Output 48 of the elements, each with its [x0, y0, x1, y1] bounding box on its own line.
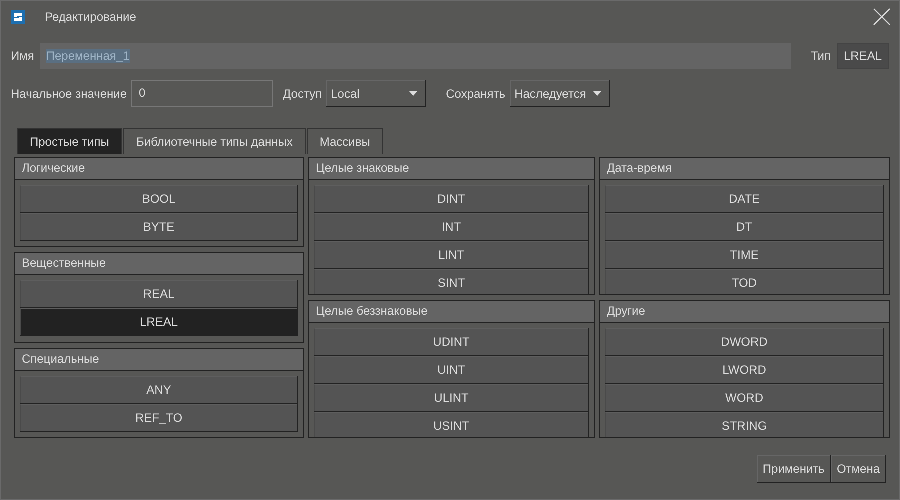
group-header: Логические	[15, 158, 303, 180]
window-title: Редактирование	[45, 10, 136, 24]
type-button[interactable]: REF_TO	[20, 404, 298, 432]
caret-icon	[409, 91, 418, 96]
tab[interactable]: Простые типы	[17, 128, 122, 154]
type-button[interactable]: DATE	[605, 185, 884, 213]
type-button[interactable]: ULINT	[314, 384, 589, 412]
group-header: Дата-время	[600, 158, 889, 180]
type-button[interactable]: SINT	[314, 269, 589, 294]
access-dropdown[interactable]: Local	[326, 80, 426, 107]
type-button[interactable]: UINT	[314, 356, 589, 384]
type-button[interactable]: TIME	[605, 241, 884, 269]
type-button[interactable]: LINT	[314, 241, 589, 269]
type-label: Тип	[810, 49, 831, 63]
tab[interactable]: Массивы	[306, 128, 384, 154]
close-icon[interactable]	[873, 8, 891, 26]
group-header: Специальные	[15, 348, 303, 371]
initial-value-field[interactable]: 0	[131, 80, 274, 107]
retain-dropdown[interactable]: Наследуется	[510, 80, 610, 107]
access-label: Доступ	[283, 86, 322, 100]
type-button[interactable]: DWORD	[605, 328, 884, 356]
type-button[interactable]: BOOL	[20, 185, 298, 213]
type-button[interactable]: STRING	[605, 412, 884, 437]
type-button[interactable]: LREAL	[20, 308, 298, 336]
type-button[interactable]: DINT	[314, 185, 589, 213]
group-header: Вещественные	[15, 253, 303, 276]
type-button[interactable]: REAL	[20, 280, 298, 308]
group-header: Целые знаковые	[309, 158, 594, 180]
type-button[interactable]: ANY	[20, 376, 298, 404]
type-button[interactable]: INT	[314, 213, 589, 241]
type-button[interactable]: USINT	[314, 412, 589, 437]
type-button[interactable]: BYTE	[20, 213, 298, 241]
type-button[interactable]: DT	[605, 213, 884, 241]
type-button[interactable]: UDINT	[314, 328, 589, 356]
type-value: LREAL	[836, 43, 889, 69]
group-header: Другие	[600, 301, 889, 323]
app-logo-icon	[11, 10, 25, 24]
initial-value-label: Начальное значение	[11, 86, 128, 100]
type-button[interactable]: WORD	[605, 384, 884, 412]
apply-button[interactable]: Применить	[756, 455, 831, 483]
caret-icon	[592, 91, 602, 96]
tab[interactable]: Библиотечные типы данных	[123, 128, 306, 154]
cancel-button[interactable]: Отмена	[830, 455, 886, 483]
type-button[interactable]: TOD	[605, 269, 884, 294]
retain-label: Сохранять	[446, 86, 506, 100]
type-button[interactable]: LWORD	[605, 356, 884, 384]
group-header: Целые беззнаковые	[309, 301, 594, 323]
name-label: Имя	[11, 49, 34, 63]
